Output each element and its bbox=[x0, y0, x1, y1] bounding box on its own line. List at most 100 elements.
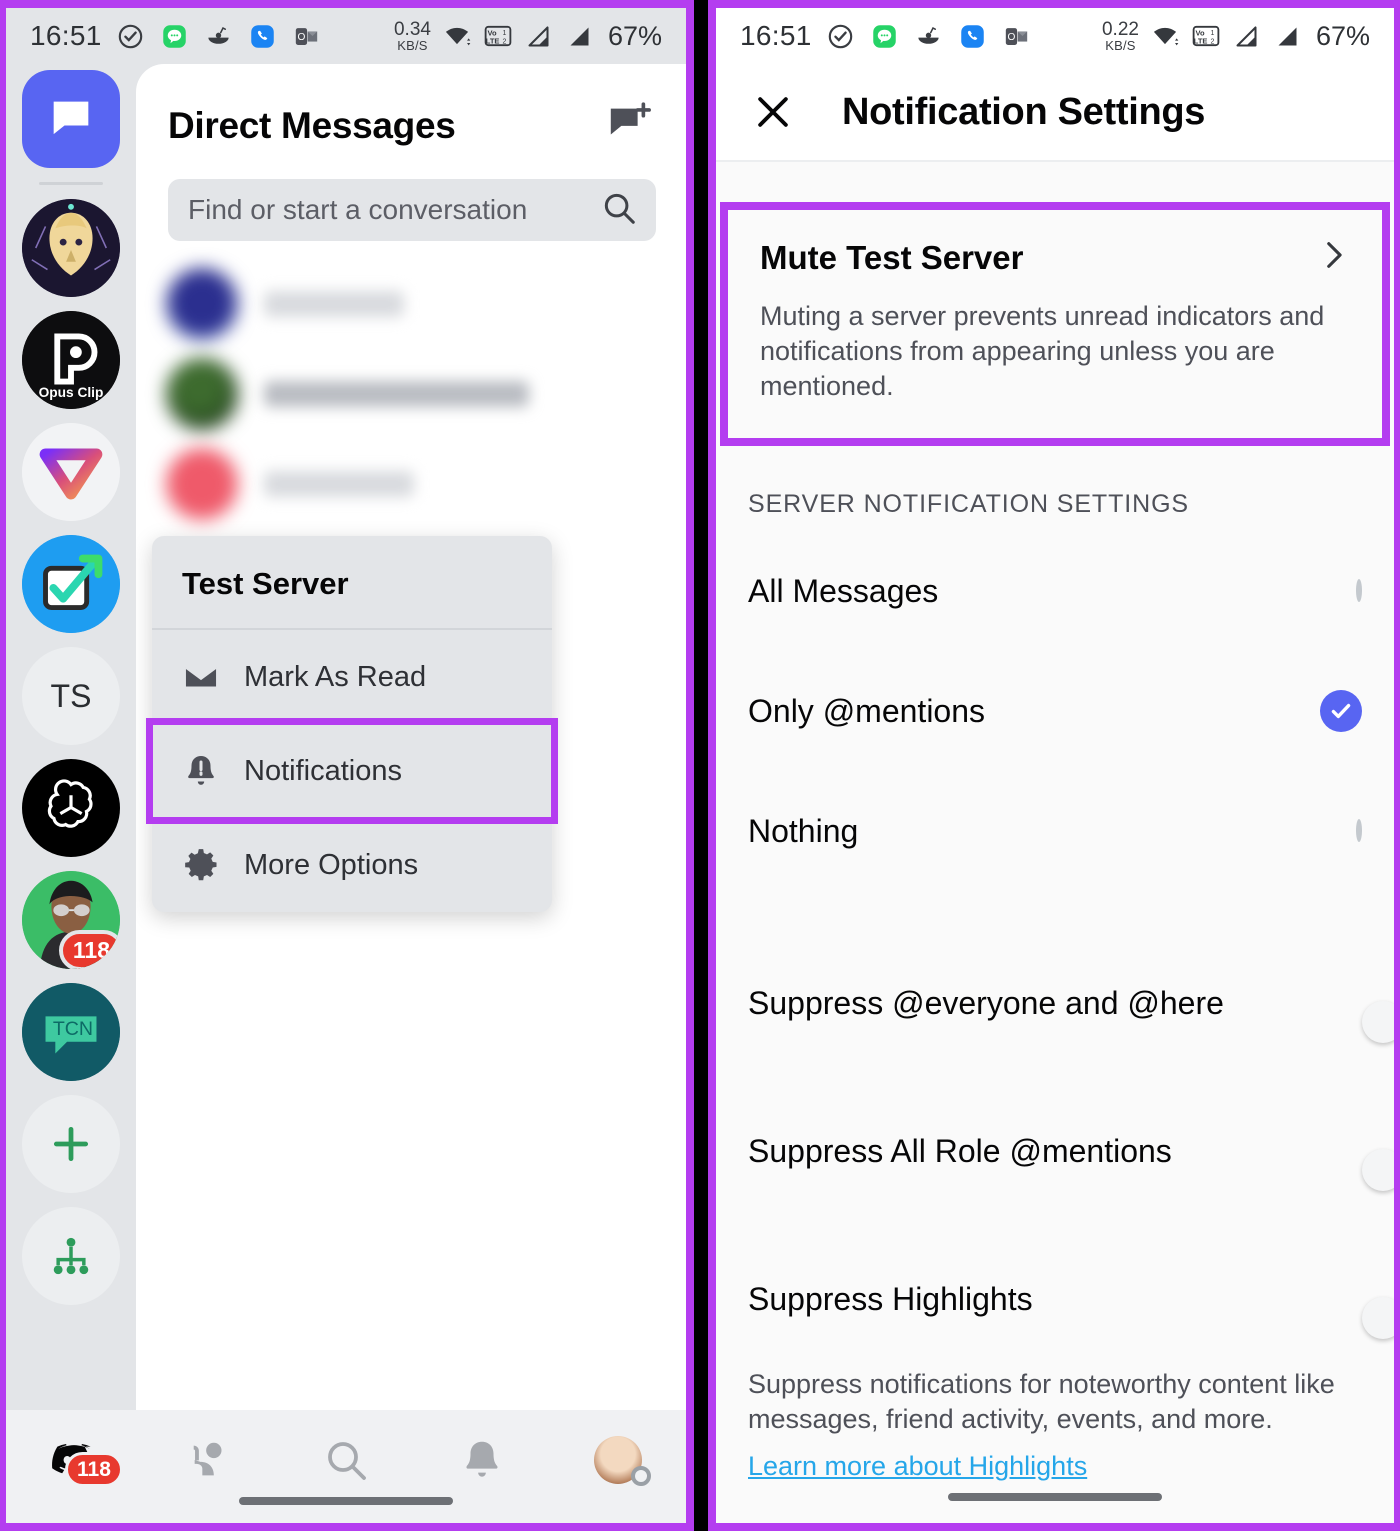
option-label: All Messages bbox=[748, 572, 939, 609]
avatar bbox=[166, 358, 238, 430]
nav-tab-inbox[interactable] bbox=[447, 1430, 517, 1490]
context-menu-item-label: Mark As Read bbox=[244, 660, 427, 693]
status-time: 16:51 bbox=[740, 20, 812, 51]
sidebar-item-openai[interactable] bbox=[22, 759, 120, 857]
sidebar-item-server-triangle[interactable] bbox=[22, 423, 120, 521]
status-bar-left: 16:51 O 0.34 KB/S Vo 1 LTE 2 67% bbox=[6, 8, 686, 64]
phone-icon bbox=[958, 21, 988, 51]
context-menu-title: Test Server bbox=[152, 536, 552, 630]
network-speed: 0.34 KB/S bbox=[393, 19, 431, 53]
close-icon[interactable] bbox=[746, 90, 800, 134]
volte-icon: Vo 1 LTE 2 bbox=[483, 21, 513, 51]
toggle-label: Suppress Highlights bbox=[748, 1280, 1033, 1317]
screenshot-stage: 16:51 O 0.34 KB/S Vo 1 LTE 2 67% Opus Cl… bbox=[0, 0, 1400, 1531]
section-label-server-notification-settings: SERVER NOTIFICATION SETTINGS bbox=[748, 490, 1189, 519]
svg-text:1: 1 bbox=[1210, 30, 1214, 37]
outlook-icon: O bbox=[1002, 21, 1032, 51]
mute-server-card[interactable]: Mute Test Server Muting a server prevent… bbox=[720, 202, 1390, 447]
mute-server-description: Muting a server prevents unread indicato… bbox=[760, 301, 1325, 402]
rail-divider bbox=[39, 182, 103, 185]
messages-icon bbox=[870, 21, 900, 51]
toggle-suppress-highlights[interactable]: Suppress Highlights bbox=[716, 1251, 1394, 1347]
nav-tab-servers[interactable]: 118 bbox=[39, 1430, 123, 1490]
messages-icon bbox=[160, 21, 190, 51]
signal-bars-icon bbox=[1273, 21, 1303, 51]
svg-text:1: 1 bbox=[502, 30, 506, 37]
radio-button-selected[interactable] bbox=[1320, 690, 1362, 733]
toggle-suppress-everyone-here[interactable]: Suppress @everyone and @here bbox=[716, 955, 1394, 1051]
list-item[interactable] bbox=[136, 439, 686, 529]
radio-button[interactable] bbox=[1356, 819, 1362, 843]
dm-username-redacted bbox=[264, 471, 414, 497]
option-label: Nothing bbox=[748, 812, 859, 849]
server-initials: TS bbox=[50, 677, 92, 714]
dm-username-redacted bbox=[264, 381, 529, 407]
home-indicator bbox=[948, 1493, 1162, 1501]
svg-text:2: 2 bbox=[1210, 39, 1214, 46]
svg-text:LTE: LTE bbox=[486, 37, 500, 46]
reddit-icon bbox=[914, 21, 944, 51]
highlights-description: Suppress notifications for noteworthy co… bbox=[748, 1369, 1335, 1435]
new-message-icon[interactable] bbox=[606, 100, 652, 151]
phone-icon bbox=[248, 21, 278, 51]
option-all-messages[interactable]: All Messages bbox=[716, 543, 1394, 639]
svg-text:Opus Clip: Opus Clip bbox=[39, 385, 104, 400]
nav-tab-search[interactable] bbox=[311, 1430, 381, 1490]
page-title: Notification Settings bbox=[842, 90, 1206, 133]
sidebar-item-server-artwork[interactable] bbox=[22, 199, 120, 297]
list-item[interactable] bbox=[136, 259, 686, 349]
highlights-description-block: Suppress notifications for noteworthy co… bbox=[716, 1347, 1394, 1482]
sidebar-item-direct-messages[interactable] bbox=[22, 70, 120, 168]
sidebar-item-opus-clip[interactable]: Opus Clip bbox=[22, 311, 120, 409]
learn-more-highlights-link[interactable]: Learn more about Highlights bbox=[748, 1451, 1362, 1482]
discover-servers-button[interactable] bbox=[22, 1207, 120, 1305]
add-server-button[interactable] bbox=[22, 1095, 120, 1193]
option-nothing[interactable]: Nothing bbox=[716, 783, 1394, 879]
gear-icon bbox=[182, 846, 228, 884]
sidebar-item-avatar-server[interactable]: 118 bbox=[22, 871, 120, 969]
header-spacer bbox=[716, 160, 1394, 202]
envelope-icon bbox=[182, 658, 228, 696]
nav-tab-profile[interactable] bbox=[583, 1430, 653, 1490]
task-check-icon bbox=[826, 21, 856, 51]
volte-icon: Vo 1 LTE 2 bbox=[1191, 21, 1221, 51]
context-menu-item-more-options[interactable]: More Options bbox=[152, 818, 552, 912]
page-title: Direct Messages bbox=[168, 104, 456, 146]
wifi-icon bbox=[1150, 21, 1180, 51]
avatar bbox=[166, 268, 238, 340]
context-menu-item-notifications[interactable]: Notifications bbox=[146, 718, 558, 824]
dm-list bbox=[136, 259, 686, 529]
sidebar-item-tcn[interactable]: TCN bbox=[22, 983, 120, 1081]
toggle-suppress-all-role-mentions[interactable]: Suppress All Role @mentions bbox=[716, 1103, 1394, 1199]
context-menu-item-label: Notifications bbox=[244, 754, 402, 787]
home-indicator bbox=[239, 1497, 453, 1505]
nav-tab-friends[interactable] bbox=[175, 1430, 245, 1490]
option-only-mentions[interactable]: Only @mentions bbox=[716, 663, 1394, 759]
signal-bars-icon bbox=[524, 21, 554, 51]
server-rail: Opus Clip TS 118 TCN bbox=[6, 64, 136, 1410]
signal-bars-icon bbox=[1232, 21, 1262, 51]
outlook-icon: O bbox=[292, 21, 322, 51]
list-item[interactable] bbox=[136, 349, 686, 439]
svg-text:LTE: LTE bbox=[1194, 37, 1208, 46]
status-indicator bbox=[631, 1466, 651, 1486]
sidebar-item-test-server[interactable]: TS bbox=[22, 647, 120, 745]
radio-button[interactable] bbox=[1356, 579, 1362, 603]
wifi-icon bbox=[442, 21, 472, 51]
search-icon bbox=[600, 189, 638, 232]
context-menu-item-mark-as-read[interactable]: Mark As Read bbox=[152, 630, 552, 724]
status-time: 16:51 bbox=[30, 20, 102, 51]
right-phone-panel: 16:51 O 0.22 KB/S Vo 1 LTE 2 67% Notific… bbox=[708, 0, 1400, 1531]
sidebar-item-server-checkbox[interactable] bbox=[22, 535, 120, 633]
network-speed: 0.22 KB/S bbox=[1101, 19, 1139, 53]
search-input[interactable]: Find or start a conversation bbox=[168, 179, 656, 241]
server-context-menu: Test Server Mark As Read Notifications M… bbox=[146, 536, 558, 912]
svg-text:O: O bbox=[298, 31, 306, 42]
context-menu-item-label: More Options bbox=[244, 848, 419, 881]
svg-text:O: O bbox=[1008, 31, 1016, 42]
signal-bars-icon bbox=[565, 21, 595, 51]
reddit-icon bbox=[204, 21, 234, 51]
direct-messages-panel: Direct Messages Find or start a conversa… bbox=[136, 64, 686, 1410]
battery-percent: 67% bbox=[1315, 20, 1370, 51]
